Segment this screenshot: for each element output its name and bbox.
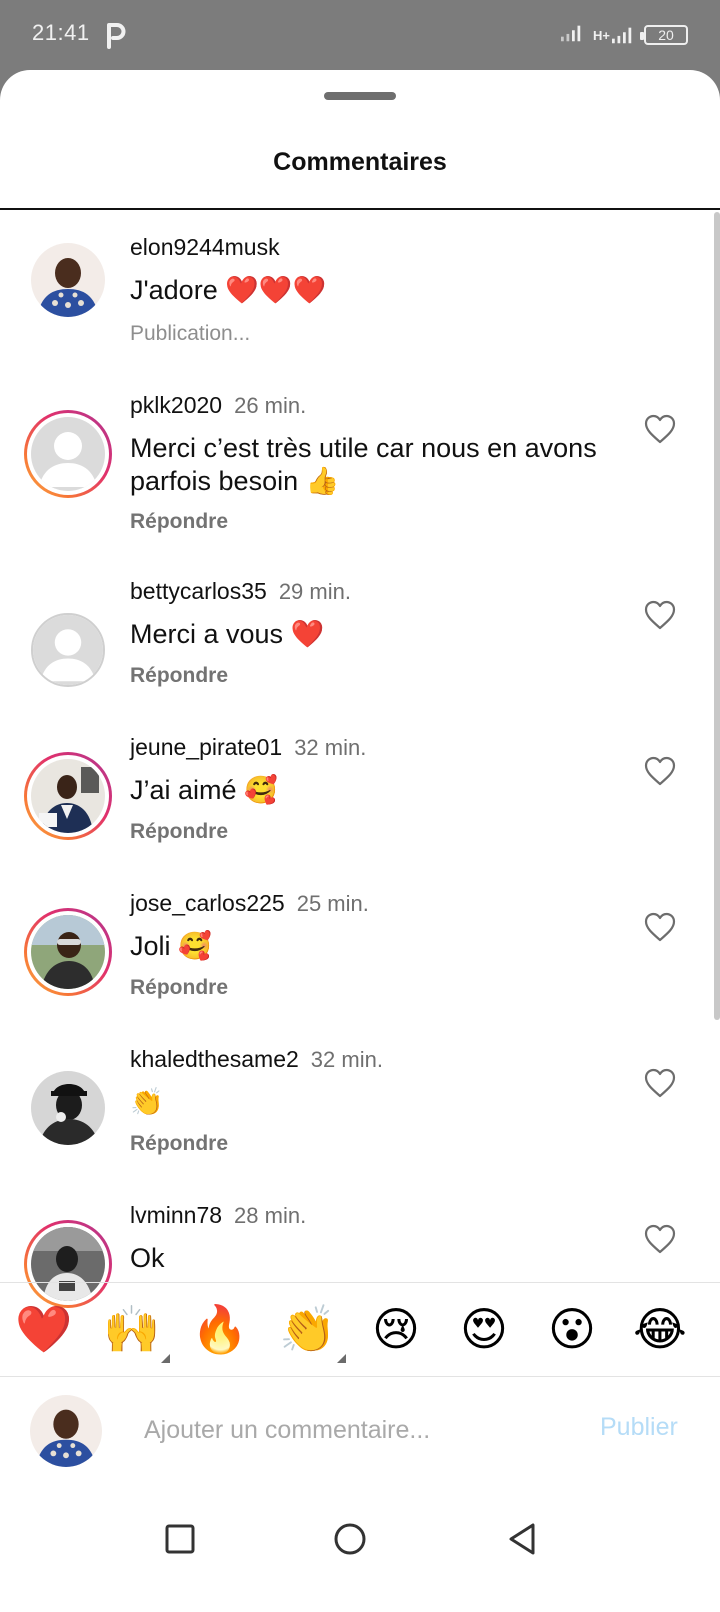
battery-icon: 20 bbox=[640, 25, 688, 45]
heart-icon[interactable] bbox=[644, 1068, 676, 1098]
emoji-raised-hands: 🙌 bbox=[103, 1303, 161, 1355]
avatar[interactable] bbox=[24, 752, 112, 840]
avatar[interactable] bbox=[24, 908, 112, 996]
emoji-laughing-button[interactable]: 😂 bbox=[628, 1299, 692, 1359]
comment-item: pklk2020 26 min. Merci c’est très utile c… bbox=[0, 366, 720, 552]
emoji-clap: 👏 bbox=[279, 1303, 337, 1355]
comment-time: 26 min. bbox=[234, 393, 307, 418]
comment-input[interactable] bbox=[142, 1407, 576, 1453]
emoji-heart-button[interactable]: ❤️ bbox=[12, 1299, 76, 1359]
avatar[interactable] bbox=[24, 236, 112, 324]
reply-button[interactable]: Répondre bbox=[130, 820, 228, 844]
comment-time: 28 min. bbox=[234, 1203, 307, 1228]
comment-list[interactable]: elon9244musk J'adore ❤️❤️❤️ Publication.… bbox=[0, 210, 720, 1382]
comment-header: khaledthesame2 32 min. bbox=[130, 1046, 383, 1073]
battery-level: 20 bbox=[658, 27, 674, 43]
comment-composer: Publier bbox=[0, 1377, 720, 1485]
skin-tone-indicator bbox=[161, 1354, 170, 1363]
comment-item: jose_carlos225 25 min. Joli 🥰 Répondre bbox=[0, 864, 720, 1020]
skin-tone-indicator bbox=[337, 1354, 346, 1363]
comment-username[interactable]: jeune_pirate01 bbox=[130, 734, 282, 760]
comment-username[interactable]: pklk2020 bbox=[130, 392, 222, 418]
emoji-clap-button[interactable]: 👏 bbox=[276, 1299, 346, 1363]
comment-text: J’ai aimé 🥰 bbox=[130, 775, 278, 805]
publication-status: Publication... bbox=[130, 322, 251, 345]
current-user-avatar bbox=[30, 1395, 102, 1467]
recent-apps-icon[interactable] bbox=[160, 1519, 200, 1559]
default-avatar-icon bbox=[31, 417, 105, 491]
reply-button[interactable]: Répondre bbox=[130, 976, 228, 1000]
comment-header: lvminn78 28 min. bbox=[130, 1202, 306, 1229]
emoji-heart-eyes-button[interactable]: 😍 bbox=[452, 1299, 516, 1359]
user-photo-icon bbox=[31, 1071, 105, 1145]
default-avatar-icon bbox=[33, 615, 103, 685]
comment-username[interactable]: lvminn78 bbox=[130, 1202, 222, 1228]
comment-item: bettycarlos35 29 min. Merci a vous ❤️ Rép… bbox=[0, 552, 720, 708]
comment-text: 👏 bbox=[130, 1087, 164, 1117]
reply-button[interactable]: Répondre bbox=[130, 664, 228, 688]
comment-username[interactable]: bettycarlos35 bbox=[130, 578, 267, 604]
heart-icon[interactable] bbox=[644, 600, 676, 630]
reply-button[interactable]: Répondre bbox=[130, 510, 228, 534]
comment-header: bettycarlos35 29 min. bbox=[130, 578, 351, 605]
comment-text: Merci c’est très utile car nous en avons… bbox=[130, 433, 597, 496]
user-photo-icon bbox=[30, 1395, 102, 1467]
parking-icon bbox=[105, 21, 127, 49]
network-type-label: H+ bbox=[593, 27, 610, 43]
emoji-raised-hands-button[interactable]: 🙌 bbox=[100, 1299, 170, 1363]
comment-text: Ok bbox=[130, 1243, 165, 1273]
avatar[interactable] bbox=[24, 410, 112, 498]
avatar[interactable] bbox=[24, 1064, 112, 1152]
status-time: 21:41 bbox=[32, 20, 90, 45]
comment-item: jeune_pirate01 32 min. J’ai aimé 🥰 Répond… bbox=[0, 708, 720, 864]
user-photo-icon bbox=[31, 759, 105, 833]
emoji-quick-bar: ❤️ 🙌 🔥 👏 😢 😍 😮 😂 bbox=[0, 1282, 720, 1377]
avatar[interactable] bbox=[24, 606, 112, 694]
comment-username[interactable]: khaledthesame2 bbox=[130, 1046, 299, 1072]
comment-username[interactable]: elon9244musk bbox=[130, 234, 280, 260]
comment-header: elon9244musk bbox=[130, 234, 280, 261]
comment-time: 32 min. bbox=[310, 1047, 383, 1072]
heart-icon[interactable] bbox=[644, 912, 676, 942]
comment-text: Merci a vous ❤️ bbox=[130, 619, 325, 649]
emoji-surprised-button[interactable]: 😮 bbox=[540, 1299, 604, 1359]
back-icon[interactable] bbox=[502, 1519, 542, 1559]
system-navigation-bar bbox=[0, 1485, 720, 1612]
comment-username[interactable]: jose_carlos225 bbox=[130, 890, 285, 916]
heart-icon[interactable] bbox=[644, 414, 676, 444]
drag-handle[interactable] bbox=[324, 92, 396, 100]
status-bar: 21:41 H+ 20 bbox=[0, 0, 720, 74]
comment-header: jose_carlos225 25 min. bbox=[130, 890, 369, 917]
user-photo-icon bbox=[31, 915, 105, 989]
comment-item: elon9244musk J'adore ❤️❤️❤️ Publication.… bbox=[0, 210, 720, 366]
comment-time: 29 min. bbox=[278, 579, 351, 604]
emoji-fire-button[interactable]: 🔥 bbox=[188, 1299, 252, 1359]
comment-item: khaledthesame2 32 min. 👏 Répondre bbox=[0, 1020, 720, 1176]
comment-time: 25 min. bbox=[296, 891, 369, 916]
sheet-title: Commentaires bbox=[273, 148, 447, 176]
user-photo-icon bbox=[31, 243, 105, 317]
emoji-crying-button[interactable]: 😢 bbox=[364, 1299, 428, 1359]
comment-header: pklk2020 26 min. bbox=[130, 392, 306, 419]
reply-button[interactable]: Répondre bbox=[130, 1132, 228, 1156]
comment-text: Joli 🥰 bbox=[130, 931, 212, 961]
heart-icon[interactable] bbox=[644, 1224, 676, 1254]
comment-time: 32 min. bbox=[294, 735, 367, 760]
comment-header: jeune_pirate01 32 min. bbox=[130, 734, 366, 761]
mobile-data-icon: H+ bbox=[593, 25, 634, 45]
home-icon[interactable] bbox=[330, 1519, 370, 1559]
publish-button[interactable]: Publier bbox=[600, 1413, 678, 1442]
comment-text: J'adore ❤️❤️❤️ bbox=[130, 274, 630, 307]
scrollbar[interactable] bbox=[714, 212, 720, 1020]
comment-text-content: J'adore ❤️❤️❤️ bbox=[130, 275, 327, 305]
comments-sheet: Commentaires elon9244musk J'adore ❤️❤️❤️… bbox=[0, 70, 720, 1612]
heart-icon[interactable] bbox=[644, 756, 676, 786]
signal-icon bbox=[561, 23, 583, 48]
